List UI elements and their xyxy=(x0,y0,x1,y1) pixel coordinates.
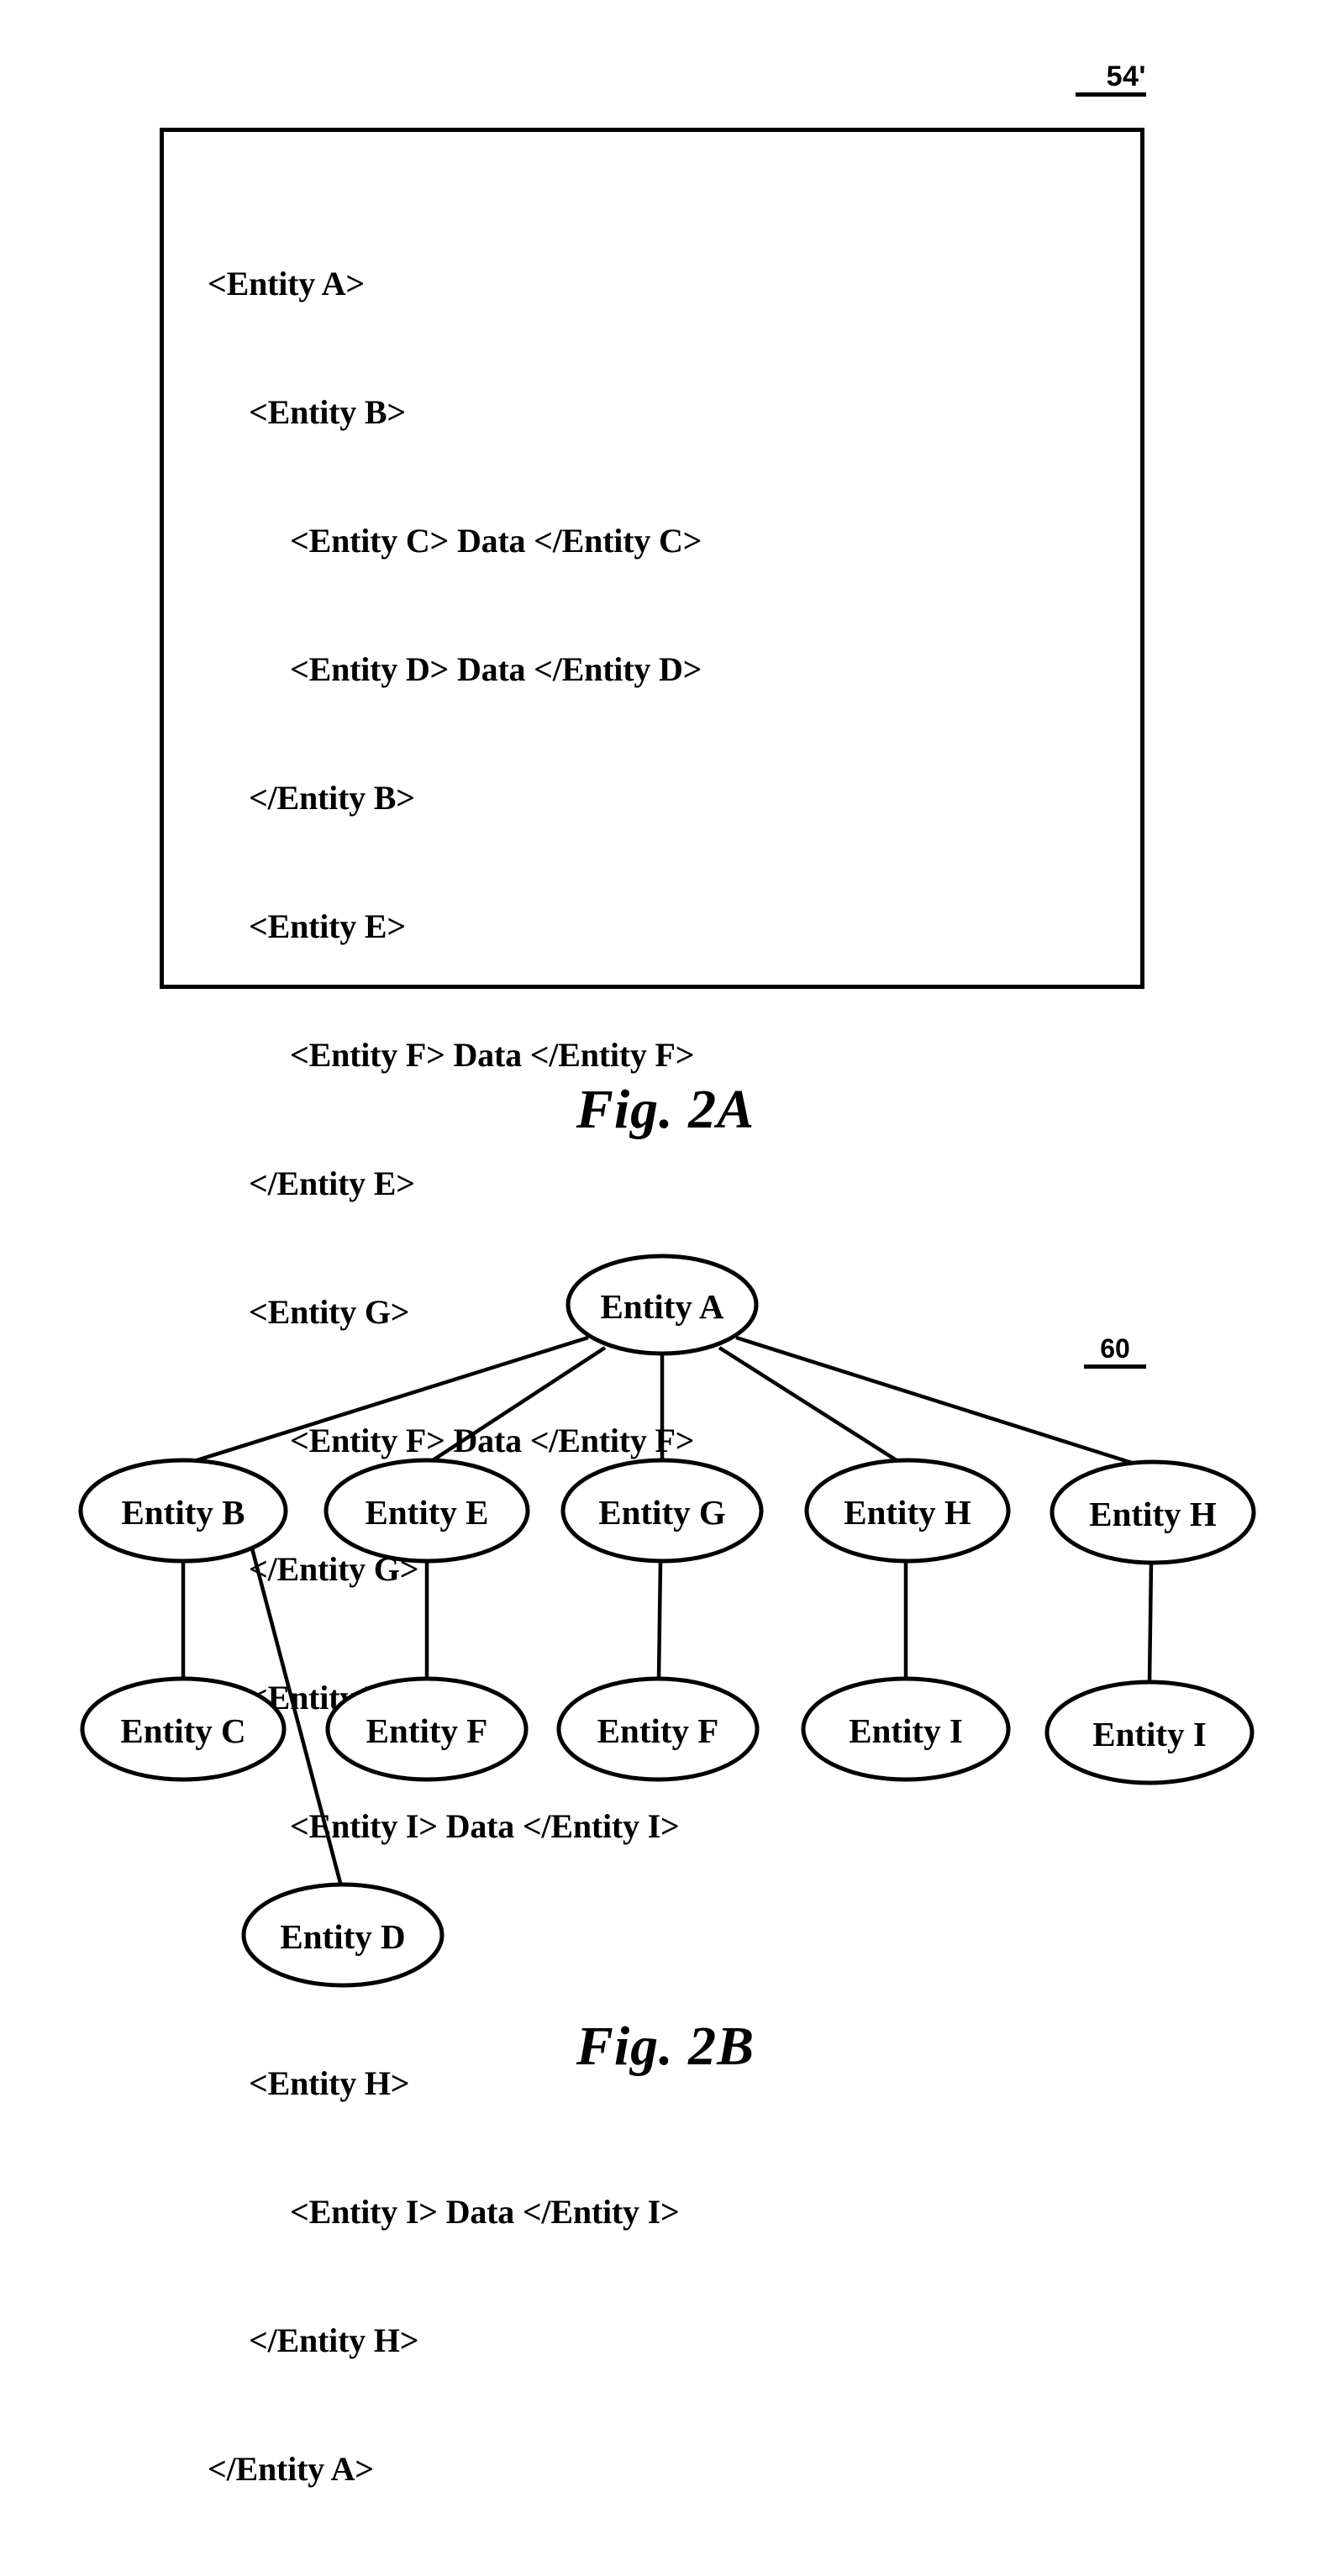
tree-node-d[interactable]: Entity D xyxy=(241,1882,445,1988)
xml-line: <Entity I> Data </Entity I> xyxy=(208,2193,680,2231)
tree-node-f2[interactable]: Entity F xyxy=(556,1676,760,1782)
tree-node-e[interactable]: Entity E xyxy=(324,1458,530,1564)
tree-edge-a-to-e xyxy=(429,1346,607,1464)
figure-2a-reference-numeral: 54' xyxy=(1076,62,1146,97)
tree-node-group: Entity A Entity B Entity E Entity G Entity H… xyxy=(78,1254,1256,1988)
tree-node-label: Entity G xyxy=(598,1493,726,1532)
tree-edge-h2-to-i2 xyxy=(1147,1562,1154,1684)
tree-node-label: Entity C xyxy=(120,1711,245,1750)
tree-node-label: Entity A xyxy=(601,1287,724,1326)
tree-node-label: Entity B xyxy=(122,1493,245,1532)
tree-node-label: Entity H xyxy=(844,1493,971,1532)
tree-node-label: Entity I xyxy=(1092,1715,1207,1753)
tree-node-label: Entity F xyxy=(597,1711,719,1750)
entity-tree-diagram: Entity A Entity B Entity E Entity G Entity H… xyxy=(78,1254,1256,1988)
tree-node-h1[interactable]: Entity H xyxy=(804,1458,1011,1564)
xml-listing-box: <Entity A> <Entity B> <Entity C> Data </… xyxy=(160,128,1144,2488)
xml-line: <Entity F> Data </Entity F> xyxy=(208,1036,695,1074)
tree-node-label: Entity E xyxy=(366,1493,489,1532)
tree-node-label: Entity F xyxy=(366,1711,488,1750)
tree-node-a[interactable]: Entity A xyxy=(566,1254,759,1356)
tree-node-label: Entity I xyxy=(849,1711,963,1750)
tree-edge-g-to-f2 xyxy=(656,1560,663,1680)
tree-node-label: Entity H xyxy=(1089,1495,1217,1533)
tree-node-label: Entity D xyxy=(280,1917,405,1956)
xml-line: <Entity B> xyxy=(208,393,406,431)
tree-node-f1[interactable]: Entity F xyxy=(325,1676,529,1782)
xml-line: </Entity B> xyxy=(208,779,415,817)
tree-edge-a-to-h1 xyxy=(718,1346,901,1464)
tree-node-h2[interactable]: Entity H xyxy=(1050,1459,1256,1565)
tree-edge-group xyxy=(181,1335,1154,1887)
tree-edge-a-to-h2 xyxy=(735,1335,1135,1466)
xml-line: <Entity D> Data </Entity D> xyxy=(208,650,702,688)
tree-node-i2[interactable]: Entity I xyxy=(1044,1680,1255,1785)
xml-line: </Entity E> xyxy=(208,1164,415,1202)
tree-node-c[interactable]: Entity C xyxy=(80,1676,287,1782)
tree-node-g[interactable]: Entity G xyxy=(560,1458,764,1564)
figure-2a-caption: Fig. 2A xyxy=(576,1079,755,1140)
xml-line: <Entity E> xyxy=(208,907,406,945)
tree-node-i1[interactable]: Entity I xyxy=(801,1676,1011,1782)
xml-line: <Entity A> xyxy=(208,265,365,302)
xml-line: </Entity H> xyxy=(208,2321,419,2359)
xml-line: <Entity C> Data </Entity C> xyxy=(208,522,702,560)
tree-node-b[interactable]: Entity B xyxy=(78,1458,288,1564)
xml-line: </Entity A> xyxy=(208,2450,374,2488)
figure-2b-caption: Fig. 2B xyxy=(576,2016,755,2077)
